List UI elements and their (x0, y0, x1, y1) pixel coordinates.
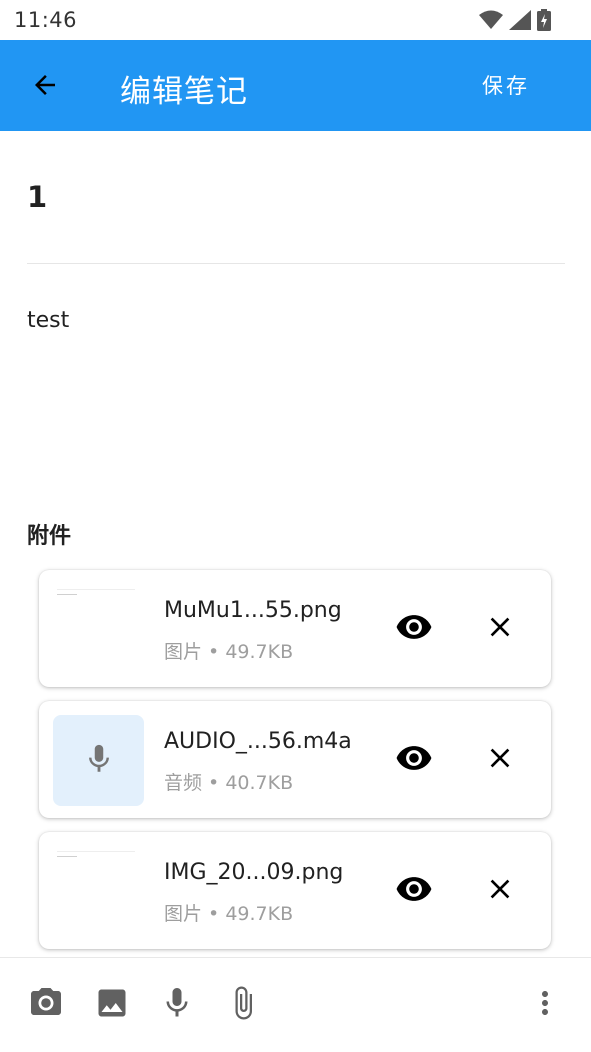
attachment-thumbnail (53, 584, 144, 675)
status-bar: 11:46 (0, 0, 591, 40)
view-attachment-button[interactable] (393, 739, 435, 781)
gallery-button[interactable] (92, 985, 132, 1025)
page-title: 编辑笔记 (120, 74, 248, 110)
attachment-thumbnail (53, 846, 144, 937)
camera-icon (28, 985, 64, 1025)
view-attachment-button[interactable] (393, 870, 435, 912)
signal-icon (509, 10, 531, 34)
bottom-toolbar (0, 957, 591, 1052)
attachment-size: 49.7KB (225, 903, 294, 925)
attachment-name: IMG_20...09.png (164, 860, 344, 885)
camera-button[interactable] (26, 985, 66, 1025)
attach-file-button[interactable] (223, 985, 263, 1025)
attachment-name: AUDIO_...56.m4a (164, 729, 352, 754)
status-icons (479, 9, 551, 35)
close-icon (484, 873, 516, 909)
meta-separator: • (202, 903, 226, 925)
attachment-type: 音频 (164, 772, 203, 794)
attachment-thumbnail (53, 715, 144, 806)
back-button[interactable] (22, 64, 68, 110)
attachment-card[interactable]: MuMu1...55.png 图片 • 49.7KB (39, 570, 551, 687)
eye-icon (395, 739, 433, 781)
attachment-type: 图片 (164, 903, 203, 925)
attachment-name: MuMu1...55.png (164, 598, 342, 623)
divider (27, 263, 565, 264)
attachments-heading: 附件 (27, 524, 72, 549)
meta-separator: • (202, 772, 226, 794)
more-options-button[interactable] (525, 985, 565, 1025)
note-body-field[interactable]: test (27, 308, 69, 333)
attach-icon (225, 985, 261, 1025)
close-icon (484, 742, 516, 778)
eye-icon (395, 608, 433, 650)
battery-icon (537, 9, 551, 35)
wifi-icon (479, 10, 503, 34)
status-time: 11:46 (14, 8, 78, 32)
remove-attachment-button[interactable] (479, 608, 521, 650)
image-icon (94, 985, 130, 1025)
record-audio-button[interactable] (157, 985, 197, 1025)
more-vert-icon (527, 985, 563, 1025)
app-bar: 编辑笔记 保存 (0, 40, 591, 131)
meta-separator: • (202, 641, 226, 663)
attachment-size: 40.7KB (225, 772, 294, 794)
save-button[interactable]: 保存 (470, 68, 542, 104)
note-title-field[interactable]: 1 (27, 180, 47, 214)
remove-attachment-button[interactable] (479, 739, 521, 781)
arrow-back-icon (30, 70, 60, 104)
attachment-meta: 音频 • 40.7KB (164, 768, 293, 795)
attachment-type: 图片 (164, 641, 203, 663)
mic-icon (159, 985, 195, 1025)
view-attachment-button[interactable] (393, 608, 435, 650)
mic-icon (82, 742, 116, 780)
attachment-meta: 图片 • 49.7KB (164, 899, 293, 926)
attachment-card[interactable]: IMG_20...09.png 图片 • 49.7KB (39, 832, 551, 949)
close-icon (484, 611, 516, 647)
attachment-size: 49.7KB (225, 641, 294, 663)
attachment-meta: 图片 • 49.7KB (164, 637, 293, 664)
remove-attachment-button[interactable] (479, 870, 521, 912)
eye-icon (395, 870, 433, 912)
attachment-card[interactable]: AUDIO_...56.m4a 音频 • 40.7KB (39, 701, 551, 818)
